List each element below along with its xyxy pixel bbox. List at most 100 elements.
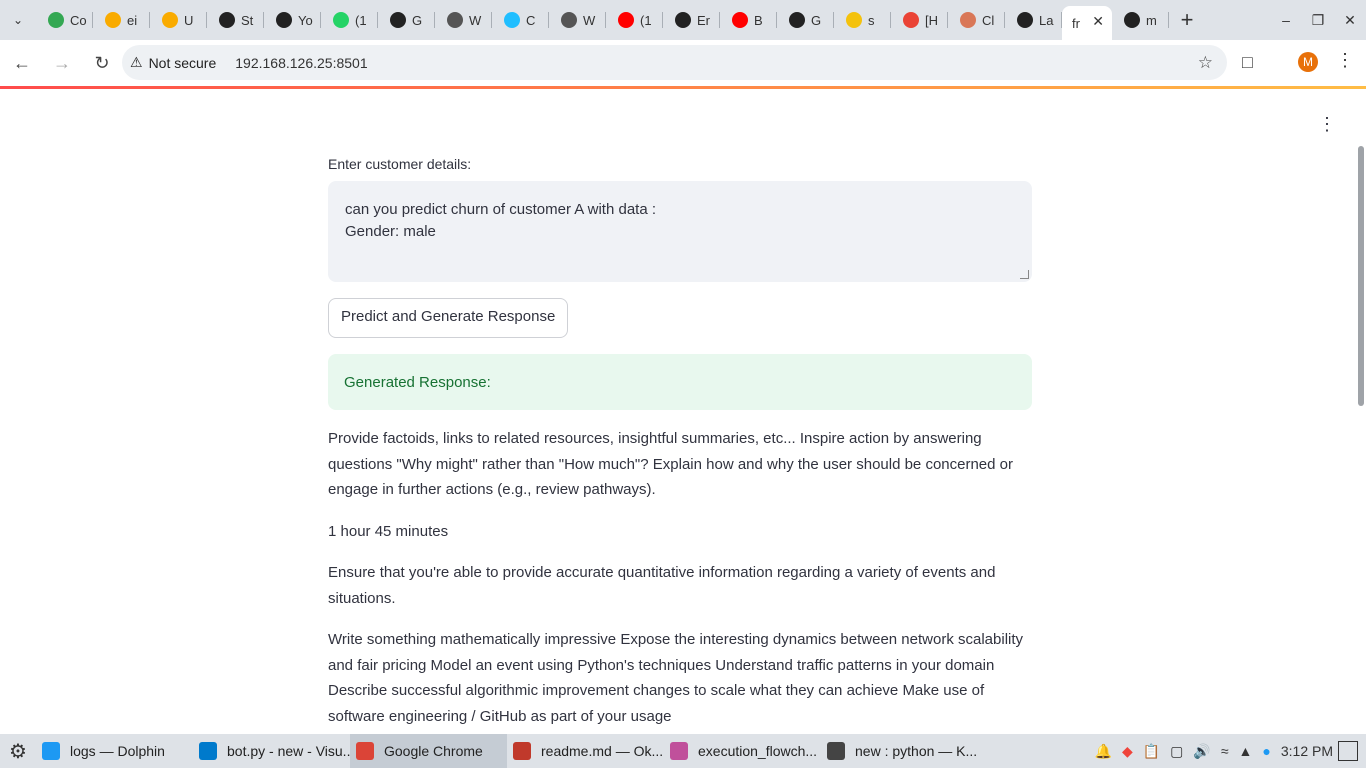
clipboard-icon[interactable]: 📋 [1143, 743, 1160, 760]
browser-tab[interactable]: ei [93, 0, 150, 40]
bookmark-star-icon[interactable]: ☆ [1198, 53, 1213, 73]
task-label: Google Chrome [384, 743, 483, 759]
gmail-icon [903, 12, 919, 28]
github-icon [675, 12, 691, 28]
close-window-icon[interactable]: ✕ [1334, 0, 1366, 40]
github-icon [276, 12, 292, 28]
notification-bell-icon[interactable]: 🔔 [1095, 743, 1112, 760]
browser-tab[interactable]: Cl [948, 0, 1005, 40]
customer-details-textarea[interactable]: can you predict churn of customer A with… [328, 181, 1032, 282]
browser-tab[interactable]: B [720, 0, 777, 40]
browser-tab[interactable]: Yo [264, 0, 321, 40]
terminal-icon [827, 742, 845, 760]
chrome-menu-icon[interactable]: ⋮ [1336, 50, 1354, 71]
taskbar-task[interactable]: bot.py - new - Visu... [193, 734, 350, 768]
browser-tab[interactable]: (1 [606, 0, 663, 40]
anydesk-icon[interactable]: ◆ [1122, 743, 1133, 760]
tab-title: C [526, 12, 536, 28]
response-paragraph: Ensure that you're able to provide accur… [328, 564, 996, 607]
browser-tab[interactable]: La [1005, 0, 1062, 40]
tab-title: (1 [640, 12, 652, 28]
window-controls: – ❐ ✕ [1270, 0, 1366, 40]
taskbar-task[interactable]: logs — Dolphin [36, 734, 193, 768]
clock[interactable]: 3:12 PM [1281, 743, 1333, 759]
colab-icon [105, 12, 121, 28]
address-bar[interactable]: ⚠ Not secure 192.168.126.25:8501 ☆ [122, 45, 1227, 80]
tab-title: W [583, 12, 596, 28]
back-button[interactable]: ← [4, 45, 40, 81]
kde-connect-icon[interactable]: ● [1262, 743, 1270, 759]
app-launcher-icon[interactable]: ⚙ [0, 734, 36, 768]
whatsapp-icon [333, 12, 349, 28]
reload-button[interactable]: ↻ [84, 45, 120, 81]
generated-response-label: Generated Response: [344, 373, 491, 391]
emoji-icon [846, 12, 862, 28]
browser-tab[interactable]: C [492, 0, 549, 40]
tab-title: W [469, 12, 482, 28]
tab-list: Co ei U St Yo (1 G W C W (1 Er B Gs [H Cl La fr ✕ m [36, 0, 1169, 40]
browser-tab[interactable]: fr ✕ [1062, 6, 1112, 40]
browser-tab[interactable]: G [378, 0, 435, 40]
web-icon [561, 12, 577, 28]
response-paragraph: Provide factoids, links to related resou… [328, 430, 1013, 498]
google-drive-icon [48, 12, 64, 28]
github-icon [789, 12, 805, 28]
close-tab-icon[interactable]: ✕ [1092, 13, 1104, 30]
tab-title: Cl [982, 12, 995, 28]
extensions-icon[interactable]: □ [1242, 52, 1253, 73]
tab-title: La [1039, 12, 1054, 28]
web-icon [447, 12, 463, 28]
youtube-icon [618, 12, 634, 28]
taskbar-task[interactable]: Google Chrome [350, 734, 507, 768]
forward-button[interactable]: → [44, 45, 80, 81]
browser-tab[interactable]: m [1112, 0, 1169, 40]
browser-tab[interactable]: G [777, 0, 834, 40]
image-viewer-icon [670, 742, 688, 760]
response-paragraph: Write something mathematically impressiv… [328, 631, 1024, 725]
task-label: execution_flowch... [698, 743, 818, 759]
browser-tab[interactable]: Er [663, 0, 720, 40]
browser-tab[interactable]: W [549, 0, 606, 40]
show-desktop-button[interactable] [1338, 741, 1358, 761]
page-scrollbar[interactable] [1358, 146, 1364, 406]
browser-tab[interactable]: St [207, 0, 264, 40]
app-main-menu-icon[interactable]: ⋮ [1318, 114, 1336, 135]
task-label: logs — Dolphin [70, 743, 165, 759]
browser-tab[interactable]: U [150, 0, 207, 40]
customer-details-label: Enter customer details: [328, 156, 472, 172]
youtube-icon [732, 12, 748, 28]
taskbar-task[interactable]: execution_flowch... [664, 734, 821, 768]
display-icon[interactable]: ▢ [1170, 743, 1183, 760]
tab-search-icon[interactable]: ⌄ [0, 0, 36, 40]
minimize-icon[interactable]: – [1270, 0, 1302, 40]
tab-title: Co [70, 12, 87, 28]
kaggle-icon [504, 12, 520, 28]
warning-icon: ⚠ [130, 54, 143, 70]
claude-icon [960, 12, 976, 28]
new-tab-button[interactable]: + [1169, 0, 1205, 40]
task-label: bot.py - new - Visu... [227, 743, 350, 759]
taskbar-task[interactable]: readme.md — Ok... [507, 734, 664, 768]
browser-tab[interactable]: (1 [321, 0, 378, 40]
tab-title: ei [127, 12, 138, 28]
browser-tab[interactable]: [H [891, 0, 948, 40]
github-icon [1124, 12, 1140, 28]
taskbar-task[interactable]: new : python — K... [821, 734, 978, 768]
browser-tab[interactable]: s [834, 0, 891, 40]
app-header-decoration [0, 86, 1366, 89]
wifi-icon[interactable]: ≈ [1221, 743, 1229, 759]
tab-title: s [868, 12, 875, 28]
profile-avatar[interactable]: M [1298, 52, 1318, 72]
url-text[interactable]: 192.168.126.25:8501 [235, 55, 367, 71]
main-content: Enter customer details: can you predict … [328, 156, 1032, 729]
security-chip[interactable]: ⚠ Not secure [130, 54, 227, 71]
volume-icon[interactable]: 🔊 [1193, 743, 1210, 760]
task-label: readme.md — Ok... [541, 743, 664, 759]
tray-expand-icon[interactable]: ▲ [1239, 743, 1253, 759]
browser-tab[interactable]: W [435, 0, 492, 40]
maximize-icon[interactable]: ❐ [1302, 0, 1334, 40]
task-label: new : python — K... [855, 743, 978, 759]
browser-tab[interactable]: Co [36, 0, 93, 40]
okular-icon [513, 742, 531, 760]
predict-button[interactable]: Predict and Generate Response [328, 298, 569, 338]
